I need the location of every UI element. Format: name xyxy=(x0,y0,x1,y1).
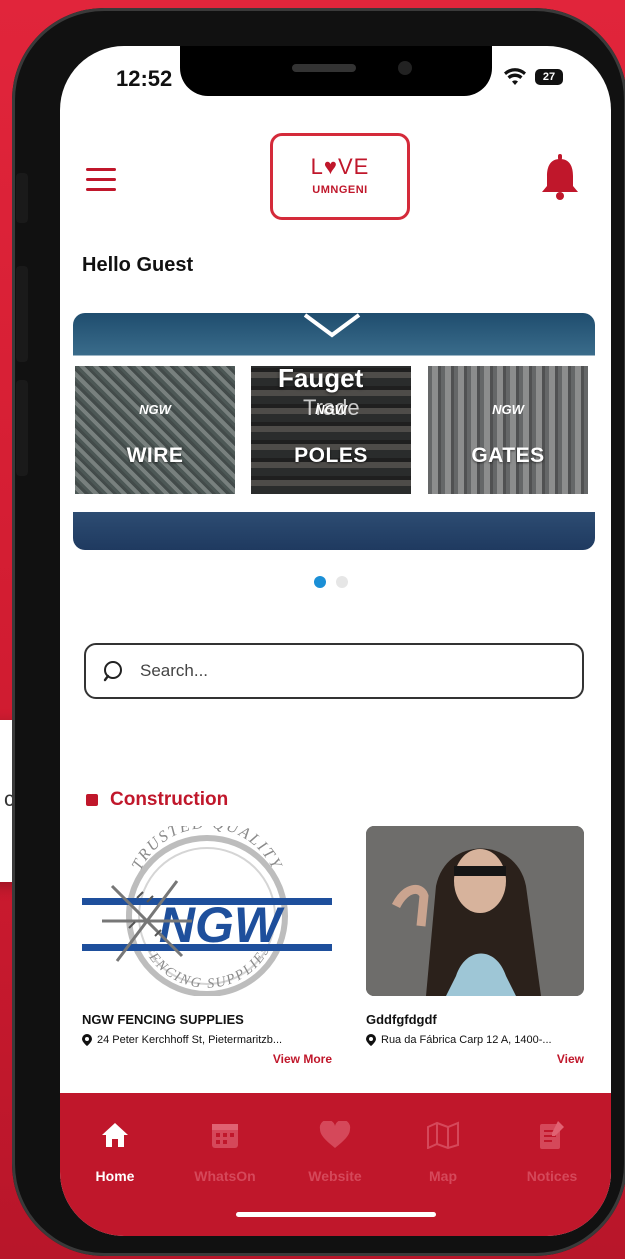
greeting-text: Hello Guest xyxy=(82,254,194,276)
nav-label: Map xyxy=(429,1168,457,1184)
menu-icon xyxy=(86,168,116,171)
section-title: Construction xyxy=(110,789,229,810)
home-icon xyxy=(102,1123,128,1147)
tile-label: POLES xyxy=(294,444,368,467)
bell-icon[interactable] xyxy=(540,154,580,200)
svg-text:NGW: NGW xyxy=(159,897,285,953)
app-logo[interactable]: L♥VE UMNGENI xyxy=(270,133,410,220)
nav-label: Home xyxy=(95,1168,135,1184)
search-bar[interactable] xyxy=(84,643,584,699)
tile-overlay xyxy=(75,366,235,494)
listing-address: Rua da Fábrica Carp 12 A, 1400-... xyxy=(366,1034,584,1046)
location-pin-icon xyxy=(82,1034,92,1046)
listing-photo xyxy=(366,826,584,996)
listing-logo: TRUSTED QUALITY FENCING SUPPLIES NGW xyxy=(82,826,332,996)
tile-brand: NGW xyxy=(139,402,171,417)
tile-label: WIRE xyxy=(126,444,184,467)
ngw-logo-image: TRUSTED QUALITY FENCING SUPPLIES NGW xyxy=(82,826,332,996)
search-input[interactable] xyxy=(138,660,542,682)
phone-side-button xyxy=(16,380,28,476)
tile-overlay xyxy=(428,366,588,494)
phone-side-button xyxy=(16,266,28,362)
menu-button[interactable] xyxy=(86,168,116,192)
carousel-dots xyxy=(314,576,348,588)
heart-icon xyxy=(319,1121,351,1148)
notch-speaker xyxy=(292,64,356,72)
chevron-down-icon xyxy=(303,313,361,338)
menu-icon-line xyxy=(86,178,116,181)
calendar-icon xyxy=(212,1124,238,1148)
nav-label: Notices xyxy=(526,1168,578,1184)
nav-item-map[interactable]: Map xyxy=(398,1117,488,1184)
listing-address: 24 Peter Kerchhoff St, Pietermaritzb... xyxy=(82,1034,332,1046)
search-icon xyxy=(103,661,122,682)
listing-name: NGW FENCING SUPPLIES xyxy=(82,1012,244,1027)
section-header: Construction xyxy=(86,789,228,811)
tile-brand: NGW xyxy=(492,402,524,417)
listing-name: Gddfgfdgdf xyxy=(366,1012,437,1027)
nav-item-notices[interactable]: Notices xyxy=(507,1117,597,1184)
menu-icon-line xyxy=(86,188,116,191)
banner-title: Fauget xyxy=(278,363,364,393)
section-marker xyxy=(86,794,98,806)
nav-label: Website xyxy=(308,1168,362,1184)
woman-photo xyxy=(366,826,584,996)
nav-item-website[interactable]: Website xyxy=(290,1117,380,1184)
battery-icon: 27 xyxy=(535,69,563,85)
listing-address-text: 24 Peter Kerchhoff St, Pietermaritzb... xyxy=(97,1034,283,1046)
notices-icon xyxy=(540,1121,564,1149)
map-icon xyxy=(427,1121,459,1149)
nav-label: WhatsOn xyxy=(194,1168,256,1184)
listing-card[interactable]: Gddfgfdgdf Rua da Fábrica Carp 12 A, 140… xyxy=(366,826,584,1066)
promo-banner[interactable]: NGW WIRE NGW POLES NGW GATES Fauget Trad… xyxy=(73,313,595,550)
wifi-icon xyxy=(504,68,526,85)
status-icons: 27 xyxy=(503,68,563,86)
carousel-dot[interactable] xyxy=(336,576,348,588)
banner-tile-gates: NGW GATES xyxy=(428,366,588,494)
listing-address-text: Rua da Fábrica Carp 12 A, 1400-... xyxy=(381,1034,552,1046)
view-more-link[interactable]: View xyxy=(366,1052,584,1066)
location-pin-icon xyxy=(366,1034,376,1046)
home-indicator[interactable] xyxy=(236,1212,436,1217)
phone-notch xyxy=(180,46,492,96)
banner-tile-wire: NGW WIRE xyxy=(75,366,235,494)
view-more-link[interactable]: View More xyxy=(82,1052,332,1066)
phone-side-button xyxy=(16,173,28,223)
nav-item-whatson[interactable]: WhatsOn xyxy=(180,1117,270,1184)
banner-subtitle: Trade xyxy=(303,395,360,420)
notch-camera xyxy=(398,61,412,75)
phone-frame: 12:52 27 L♥VE UMNGENI Hello Guest NGW WI… xyxy=(12,8,625,1256)
logo-love: L♥VE xyxy=(310,154,370,179)
carousel-dot-active[interactable] xyxy=(314,576,326,588)
logo-subtitle: UMNGENI xyxy=(312,184,368,196)
nav-item-home[interactable]: Home xyxy=(70,1117,160,1184)
tile-label: GATES xyxy=(471,444,545,467)
status-time: 12:52 xyxy=(116,66,173,91)
listing-card[interactable]: TRUSTED QUALITY FENCING SUPPLIES NGW NGW… xyxy=(82,826,332,1066)
app-screen: 12:52 27 L♥VE UMNGENI Hello Guest NGW WI… xyxy=(60,46,611,1236)
